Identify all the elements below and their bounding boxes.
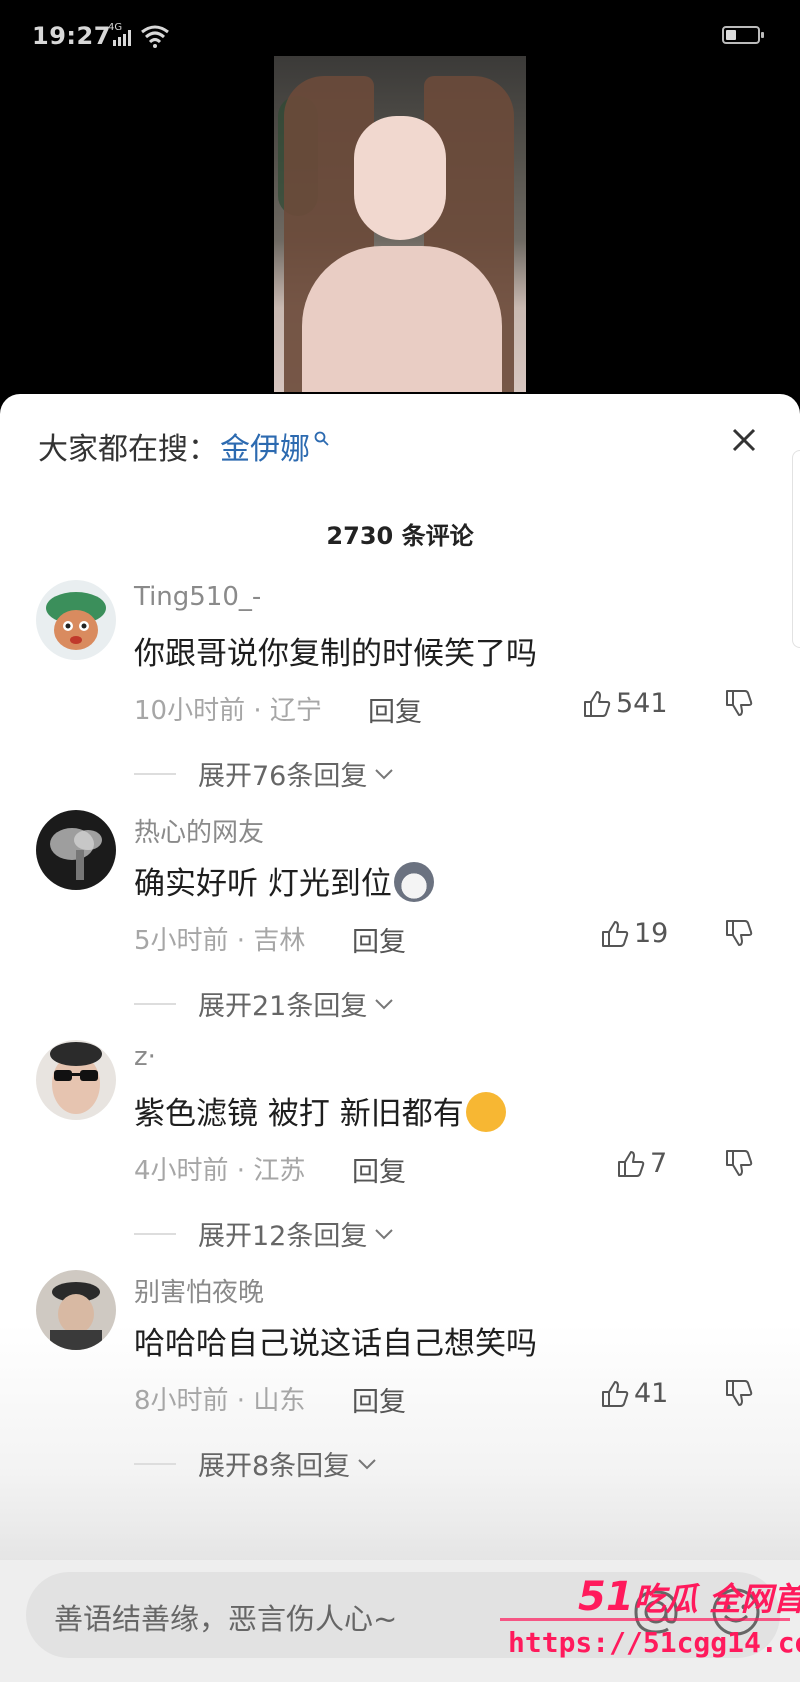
watermark-brand-text: 吃瓜 全网首发 — [633, 1580, 800, 1618]
video-area[interactable] — [0, 56, 800, 396]
dark-photo-avatar-icon — [36, 810, 116, 890]
comment-sheet: 大家都在搜： 金伊娜 2730 条评论 Ting510_- 你跟哥说你复制的时候 — [0, 394, 800, 1682]
comment-username[interactable]: 别害怕夜晚 — [134, 1272, 264, 1309]
divider — [134, 1232, 176, 1235]
comment-text-content: 你跟哥说你复制的时候笑了吗 — [134, 636, 537, 672]
watermark-stripe — [500, 1618, 790, 1621]
expand-replies-button[interactable]: 展开12条回复 — [134, 1214, 395, 1253]
comment-text-content: 确实好听 灯光到位 — [134, 866, 392, 902]
thumbs-down-icon — [726, 1380, 753, 1406]
status-time: 19:27 — [32, 22, 111, 50]
avatar[interactable] — [36, 1040, 116, 1120]
status-bar: 19:27 4G — [0, 0, 800, 56]
signal-icon — [113, 30, 131, 46]
reply-button[interactable]: 回复 — [368, 690, 422, 729]
thumbs-down-icon — [726, 690, 753, 716]
cartoon-avatar-icon — [36, 580, 116, 660]
reply-button[interactable]: 回复 — [352, 920, 406, 959]
comment-item: 热心的网友 确实好听 灯光到位 5小时前 · 吉林 回复 19 展开21条回复 — [0, 810, 800, 1058]
like-count: 41 — [634, 1378, 669, 1409]
video-frame-image — [274, 56, 526, 392]
comment-username[interactable]: z· — [134, 1042, 156, 1072]
husky-emoji-icon — [393, 861, 434, 902]
divider — [134, 1002, 176, 1005]
expand-replies-button[interactable]: 展开21条回复 — [134, 984, 395, 1023]
reply-button[interactable]: 回复 — [352, 1380, 406, 1419]
comment-text: 紫色滤镜 被打 新旧都有 — [134, 1088, 506, 1136]
chevron-down-icon — [358, 1458, 376, 1469]
hat-avatar-icon — [36, 1270, 116, 1350]
close-icon — [732, 428, 756, 452]
comment-meta: 8小时前 · 山东 — [134, 1386, 306, 1416]
thumbs-down-icon — [726, 1150, 753, 1176]
comment-text: 你跟哥说你复制的时候笑了吗 — [134, 628, 537, 673]
heart-eyes-emoji-icon — [465, 1091, 506, 1132]
chevron-down-icon — [375, 998, 394, 1009]
comment-item: z· 紫色滤镜 被打 新旧都有 4小时前 · 江苏 回复 7 展开12条回复 — [0, 1040, 800, 1288]
comment-text: 确实好听 灯光到位 — [134, 858, 434, 906]
search-suggestion-prefix: 大家都在搜： — [38, 432, 218, 467]
comment-count: 2730 条评论 — [326, 522, 474, 550]
thumbs-up-icon — [584, 690, 611, 717]
avatar[interactable] — [36, 1270, 116, 1350]
like-count: 19 — [634, 918, 669, 949]
comment-meta: 4小时前 · 江苏 — [134, 1156, 306, 1186]
search-icon — [314, 431, 329, 446]
dislike-button[interactable] — [724, 688, 754, 722]
thumbs-down-icon — [726, 920, 753, 946]
like-count: 541 — [616, 688, 668, 719]
expand-replies-label: 展开76条回复 — [198, 761, 368, 792]
thumbs-up-icon — [602, 920, 629, 947]
chevron-down-icon — [375, 1228, 394, 1239]
sunglasses-avatar-icon — [36, 1040, 116, 1120]
like-count: 7 — [650, 1148, 668, 1179]
like-button[interactable]: 19 — [600, 918, 668, 949]
reply-button[interactable]: 回复 — [352, 1150, 406, 1189]
search-suggestion-keyword[interactable]: 金伊娜 — [220, 424, 310, 468]
comment-input-placeholder: 善语结善缘，恶言伤人心~ — [54, 1602, 398, 1636]
avatar[interactable] — [36, 580, 116, 660]
comment-meta: 5小时前 · 吉林 — [134, 926, 306, 956]
divider — [134, 772, 176, 775]
avatar[interactable] — [36, 810, 116, 890]
comment-item: 别害怕夜晚 哈哈哈自己说这话自己想笑吗 8小时前 · 山东 回复 41 展开8条… — [0, 1270, 800, 1518]
expand-replies-label: 展开12条回复 — [198, 1221, 368, 1252]
watermark-brand-num: 51 — [578, 1574, 634, 1620]
watermark-brand: 51吃瓜 全网首发 — [578, 1574, 800, 1620]
thumbs-up-icon — [618, 1150, 645, 1177]
expand-replies-button[interactable]: 展开8条回复 — [134, 1444, 378, 1483]
dislike-button[interactable] — [724, 1148, 754, 1182]
comment-item: Ting510_- 你跟哥说你复制的时候笑了吗 10小时前 · 辽宁 回复 54… — [0, 580, 800, 828]
watermark-url: https://51cgg14.com — [508, 1626, 800, 1659]
watermark: 51吃瓜 全网首发 https://51cgg14.com — [500, 1574, 800, 1682]
thumbs-up-icon — [602, 1380, 629, 1407]
search-suggestion[interactable]: 大家都在搜： 金伊娜 — [38, 424, 330, 468]
dislike-button[interactable] — [724, 918, 754, 952]
expand-replies-label: 展开21条回复 — [198, 991, 368, 1022]
comment-text: 哈哈哈自己说这话自己想笑吗 — [134, 1318, 537, 1363]
chevron-down-icon — [375, 768, 394, 779]
comment-username[interactable]: Ting510_- — [134, 582, 261, 612]
close-button[interactable] — [724, 420, 764, 460]
like-button[interactable]: 541 — [582, 688, 668, 719]
comment-text-content: 紫色滤镜 被打 新旧都有 — [134, 1096, 464, 1132]
dislike-button[interactable] — [724, 1378, 754, 1412]
comment-username[interactable]: 热心的网友 — [134, 812, 264, 849]
like-button[interactable]: 41 — [600, 1378, 668, 1409]
battery-icon — [722, 26, 764, 44]
comment-text-content: 哈哈哈自己说这话自己想笑吗 — [134, 1326, 537, 1362]
expand-replies-label: 展开8条回复 — [198, 1451, 351, 1482]
divider — [134, 1462, 176, 1465]
comment-meta: 10小时前 · 辽宁 — [134, 696, 322, 726]
wifi-icon — [141, 25, 169, 48]
expand-replies-button[interactable]: 展开76条回复 — [134, 754, 395, 793]
like-button[interactable]: 7 — [616, 1148, 667, 1179]
